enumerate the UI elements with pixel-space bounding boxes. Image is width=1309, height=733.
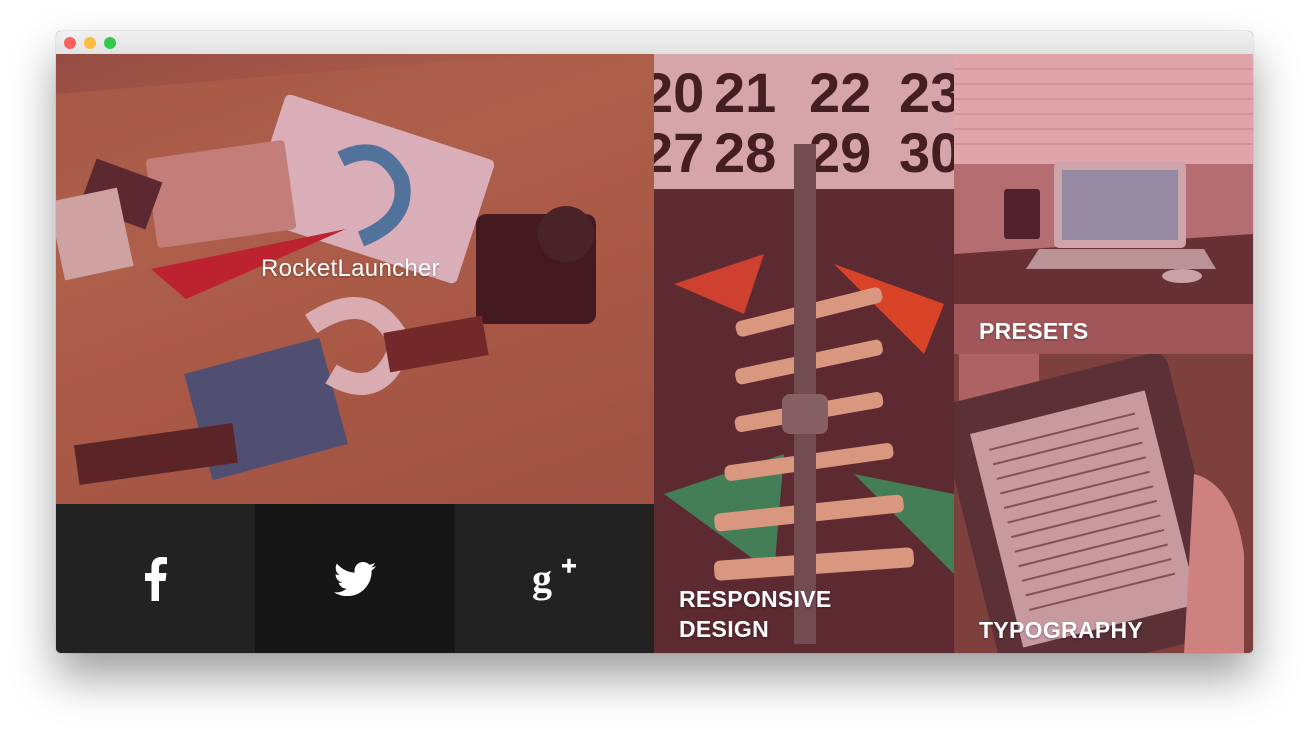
color-overlay (654, 54, 954, 653)
hero-tile[interactable]: RocketLauncher (56, 54, 654, 504)
close-button[interactable] (64, 37, 76, 49)
twitter-icon (334, 561, 376, 596)
maximize-button[interactable] (104, 37, 116, 49)
google-plus-icon: g (532, 556, 576, 601)
facebook-icon (144, 556, 167, 601)
google-plus-button[interactable]: g (455, 504, 654, 653)
tile-label-responsive-line2: DESIGN (679, 616, 769, 642)
site-title: RocketLauncher (261, 255, 440, 282)
tile-label-typography: TYPOGRAPHY (979, 617, 1144, 643)
svg-text:g: g (532, 556, 552, 601)
responsive-design-tile[interactable]: 20 21 22 23 27 28 29 30 RESPONSIVE DESIG… (654, 54, 954, 653)
typography-tile[interactable]: TYPOGRAPHY (954, 354, 1253, 653)
twitter-button[interactable] (255, 504, 455, 653)
color-overlay (954, 354, 1253, 653)
tile-label-presets: PRESETS (979, 318, 1089, 344)
tile-label-responsive-line1: RESPONSIVE (679, 586, 832, 612)
browser-window: RocketLauncher 20 21 22 23 27 28 29 30 R… (56, 31, 1253, 653)
presets-tile[interactable]: PRESETS (954, 54, 1253, 354)
minimize-button[interactable] (84, 37, 96, 49)
facebook-button[interactable] (56, 504, 255, 653)
color-overlay (954, 54, 1253, 354)
title-bar (56, 31, 1253, 55)
